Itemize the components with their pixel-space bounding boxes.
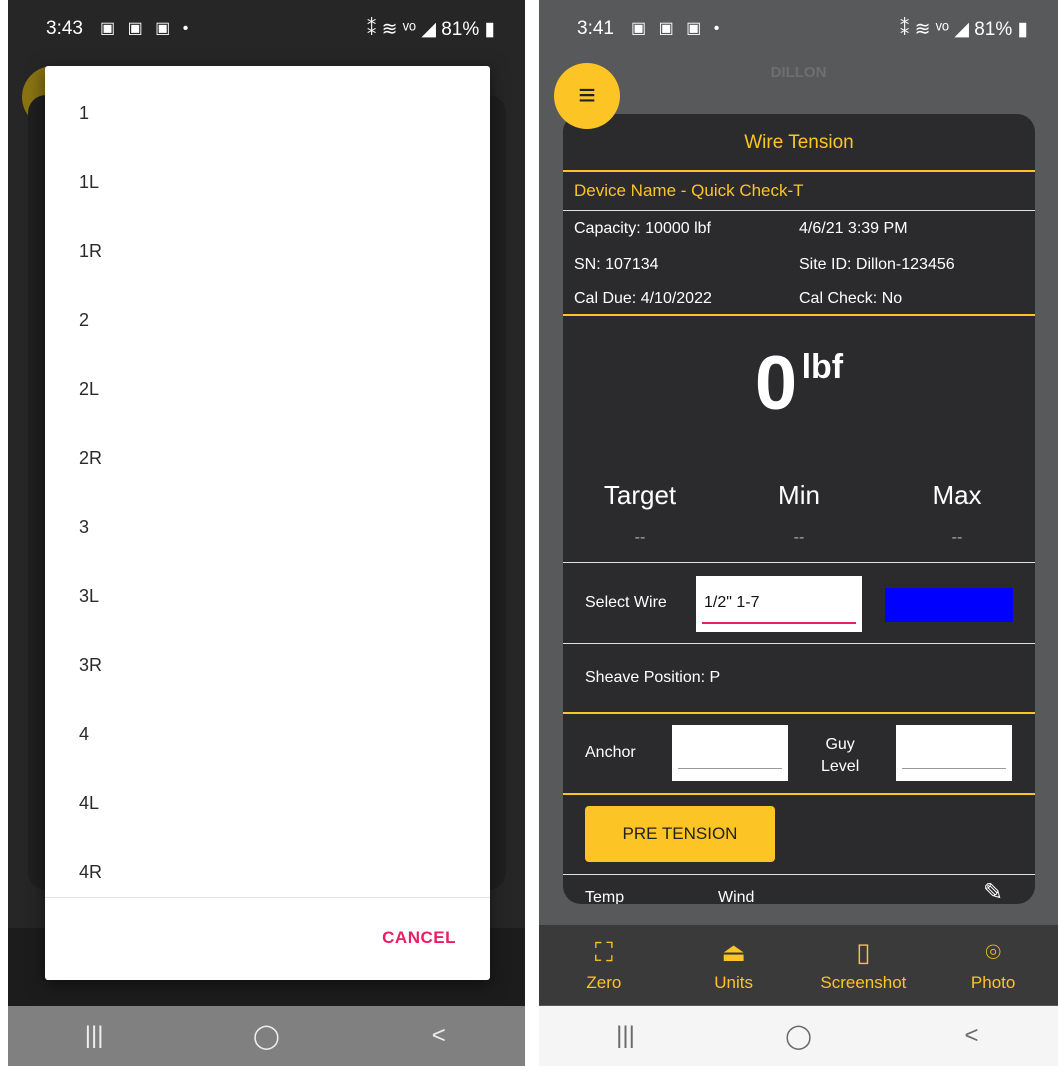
home-icon[interactable]: ◯ [769,1022,829,1051]
home-icon[interactable]: ◯ [236,1022,296,1051]
recents-icon[interactable]: ||| [596,1022,656,1050]
capacity: Capacity: 10000 lbf [574,220,711,237]
divider [563,793,1035,795]
menu-button[interactable]: ≡ [554,63,620,129]
anchor-label: Anchor [585,744,636,761]
list-item[interactable]: 2R [45,424,490,493]
min-stat: Min -- [729,480,869,547]
list-item[interactable]: 3L [45,562,490,631]
tension-reading: 0 lbf [563,340,1035,427]
screenshot-label: Screenshot [820,973,907,992]
status-bar: 3:41 ▣ ▣ ▣ • ⁑ ≋ ᵛᵒ ◢ 81% ▮ [539,0,1058,58]
field-underline [902,768,1006,769]
divider [563,712,1035,714]
status-time: 3:43 [46,18,83,39]
left-screen: 3:43 ▣ ▣ ▣ • ⁑ ≋ ᵛᵒ ◢ 81% ▮ 1 1L 1R 2 2L… [8,0,525,1066]
position-picker-dialog: 1 1L 1R 2 2L 2R 3 3L 3R 4 4L 4R CANCEL [45,66,490,980]
screenshot-button[interactable]: ▯ Screenshot [799,925,929,1005]
units-icon: ⏏ [721,937,746,967]
zero-label: Zero [586,973,622,992]
reading-unit: lbf [801,348,844,386]
wind-label: Wind [718,889,755,904]
device-name: Device Name - Quick Check-T [574,181,804,200]
field-underline [702,622,856,624]
max-value: -- [951,529,963,546]
select-wire-value: 1/2" 1-7 [704,594,760,611]
list-item[interactable]: 3 [45,493,490,562]
divider [563,874,1035,875]
status-right-icons: ⁑ ≋ ᵛᵒ ◢ 81% ▮ [366,19,495,40]
option-list: 1 1L 1R 2 2L 2R 3 3L 3R 4 4L 4R [45,79,490,907]
card-title: Wire Tension [744,132,854,153]
target-stat: Target -- [570,480,710,547]
select-wire-field[interactable]: 1/2" 1-7 [696,576,862,632]
phone-icon: ▯ [856,937,871,967]
min-label: Min [778,480,820,510]
min-value: -- [793,529,805,546]
system-nav-bar: ||| ◯ < [8,1006,525,1066]
list-item[interactable]: 4 [45,700,490,769]
back-icon[interactable]: < [942,1022,1002,1050]
cal-due: Cal Due: 4/10/2022 [574,290,712,307]
list-item[interactable]: 4L [45,769,490,838]
list-item[interactable]: 2 [45,286,490,355]
guy-label-line1: Guy [825,736,855,753]
status-right-icons: ⁑ ≋ ᵛᵒ ◢ 81% ▮ [899,19,1028,40]
divider [563,170,1035,172]
dialog-divider [45,897,490,898]
guy-label-line2: Level [821,758,860,775]
target-label: Target [603,480,677,510]
serial-number: SN: 107134 [574,256,659,273]
zero-icon: ⛶ [594,937,613,967]
wire-color-swatch [885,588,1013,622]
right-screen: 3:41 ▣ ▣ ▣ • ⁑ ≋ ᵛᵒ ◢ 81% ▮ DILLON Wire … [539,0,1058,1066]
units-button[interactable]: ⏏ Units [669,925,799,1005]
back-icon[interactable]: < [409,1022,469,1050]
temp-label: Temp [585,889,625,904]
pre-tension-button[interactable]: PRE TENSION [585,806,775,862]
list-item[interactable]: 1R [45,217,490,286]
divider [563,210,1035,211]
field-underline [678,768,782,769]
recents-icon[interactable]: ||| [64,1022,124,1050]
sheave-position[interactable]: Sheave Position: P [585,669,720,687]
zero-button[interactable]: ⛶ Zero [539,925,669,1005]
cal-check: Cal Check: No [799,290,903,307]
guy-level-input[interactable] [896,725,1012,781]
guy-level-label: Guy Level [821,734,859,778]
max-label: Max [932,480,982,510]
status-bar: 3:43 ▣ ▣ ▣ • ⁑ ≋ ᵛᵒ ◢ 81% ▮ [8,0,525,58]
photo-label: Photo [970,973,1016,992]
max-stat: Max -- [887,480,1027,547]
divider [563,643,1035,644]
target-value: -- [634,529,646,546]
list-item[interactable]: 3R [45,631,490,700]
units-label: Units [714,973,753,992]
divider [563,314,1035,316]
notification-icons: ▣ ▣ ▣ • [100,20,193,37]
reading-value: 0 [754,341,798,426]
list-item[interactable]: 1L [45,148,490,217]
site-id: Site ID: Dillon-123456 [799,256,955,273]
list-item[interactable]: 1 [45,79,490,148]
list-item[interactable]: 2L [45,355,490,424]
bottom-toolbar: ⛶ Zero ⏏ Units ▯ Screenshot ⌾ Photo [539,925,1058,1005]
timestamp: 4/6/21 3:39 PM [799,220,908,237]
hamburger-icon: ≡ [578,79,596,112]
photo-button[interactable]: ⌾ Photo [928,925,1058,1005]
edit-icon[interactable]: ✎ [983,878,1003,904]
camera-icon: ⌾ [985,937,1001,967]
status-time: 3:41 [577,18,614,39]
notification-icons: ▣ ▣ ▣ • [631,20,724,37]
cancel-button[interactable]: CANCEL [382,928,456,948]
brand-logo: DILLON [770,64,827,81]
divider [563,562,1035,563]
wire-tension-card: Wire Tension Device Name - Quick Check-T… [563,114,1035,904]
select-wire-label: Select Wire [585,594,667,611]
anchor-input[interactable] [672,725,788,781]
system-nav-bar: ||| ◯ < [539,1006,1058,1066]
